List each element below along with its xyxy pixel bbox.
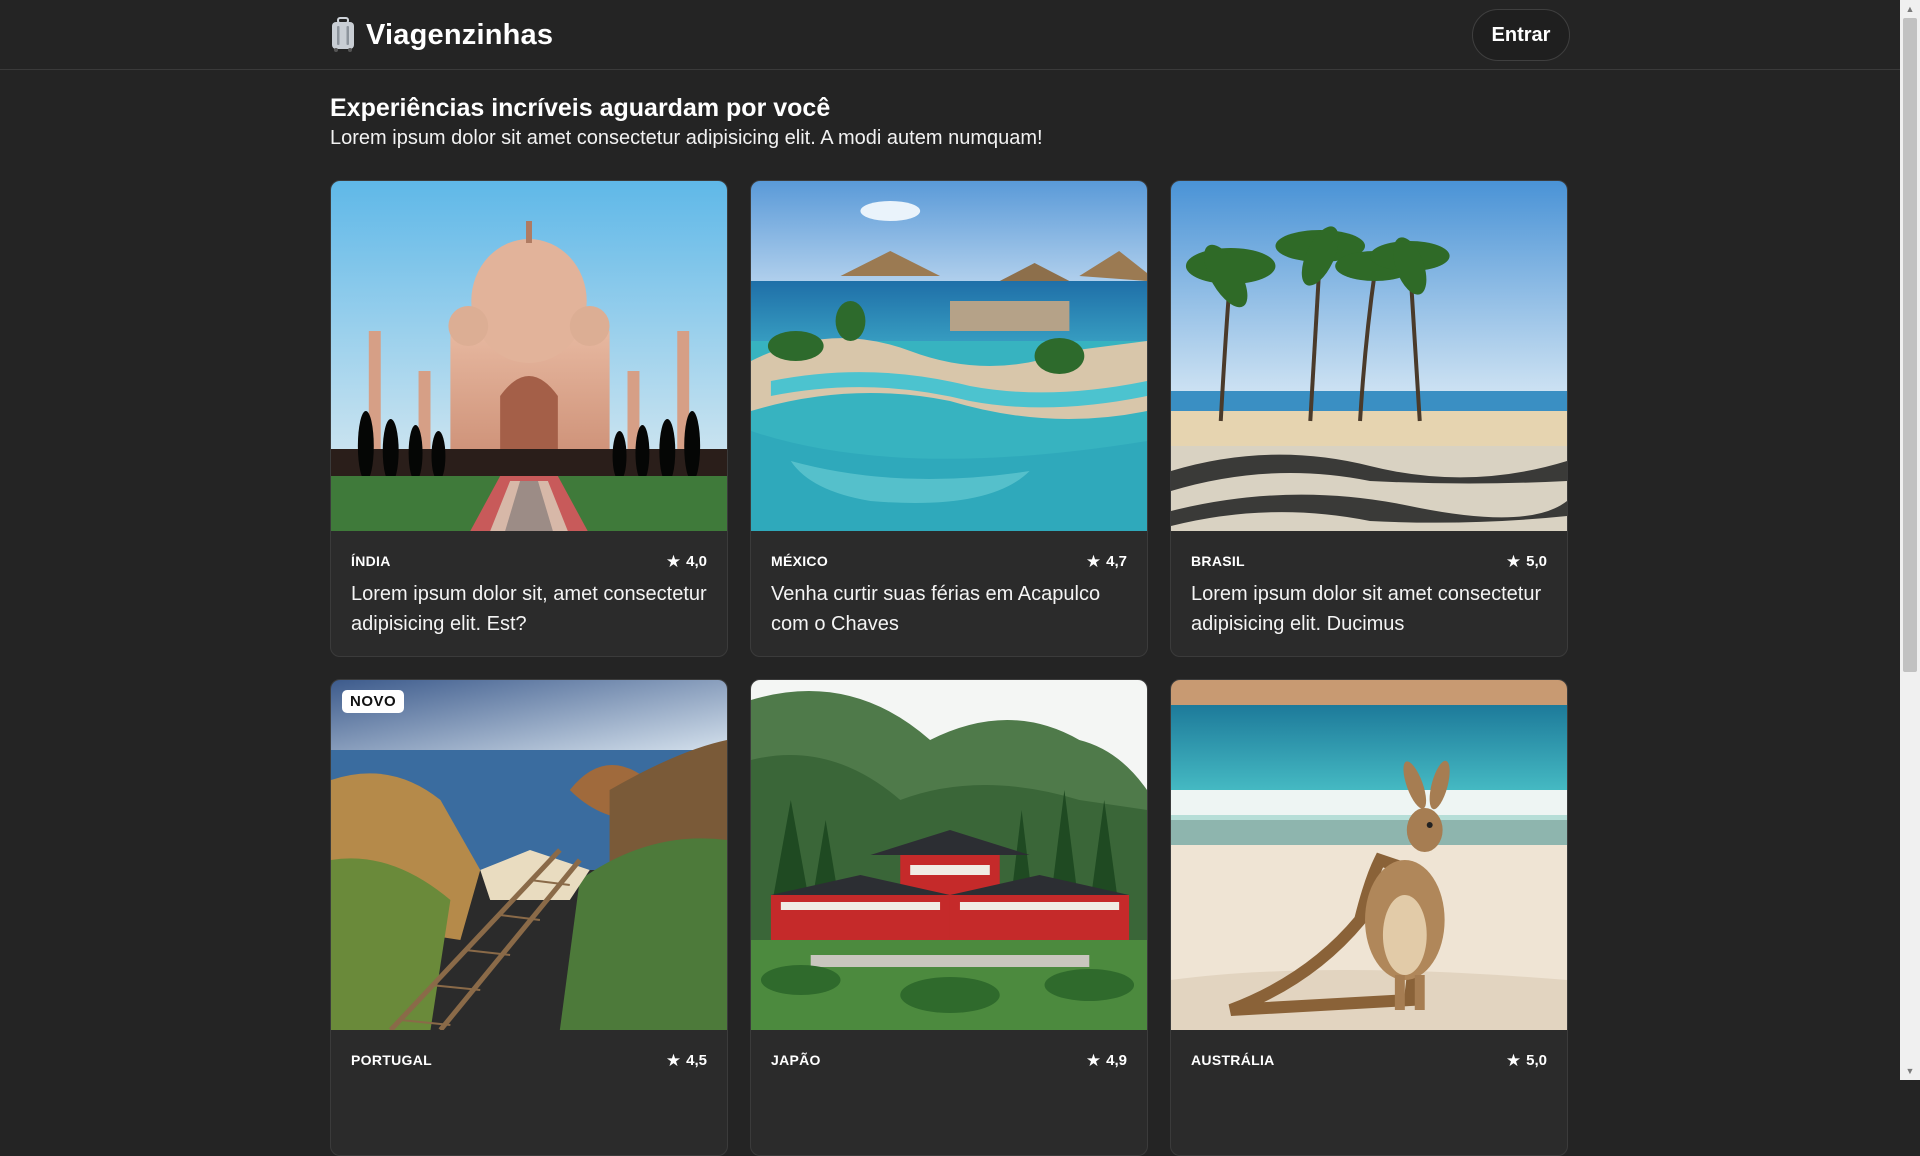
card-body: Japão ★ 4,9	[751, 1030, 1147, 1070]
card-meta: México ★ 4,7	[771, 551, 1127, 571]
country-label: Japão	[771, 1052, 821, 1068]
intro-section: Experiências incríveis aguardam por você…	[330, 92, 1570, 152]
star-icon: ★	[665, 1050, 682, 1070]
copacabana-beach-image	[1171, 181, 1567, 531]
rating: ★ 5,0	[1506, 1052, 1547, 1069]
card-description: Venha curtir suas férias em Acapulco com…	[771, 583, 1101, 635]
login-button[interactable]: Entrar	[1472, 9, 1570, 61]
country-label: Austrália	[1191, 1052, 1275, 1068]
rating: ★ 5,0	[1506, 553, 1547, 570]
card-description: Lorem ipsum dolor sit, amet consectetur …	[351, 583, 707, 635]
star-icon: ★	[1085, 551, 1102, 571]
taj-mahal-image	[331, 181, 727, 531]
card-meta: Índia ★ 4,0	[351, 551, 707, 571]
algarve-coast-image: NOVO	[331, 680, 727, 1030]
brand[interactable]: Viagenzinhas	[330, 14, 553, 56]
destination-card[interactable]: Brasil ★ 5,0 Lorem ipsum dolor sit amet …	[1170, 180, 1568, 657]
kangaroo-beach-image	[1171, 680, 1567, 1030]
card-meta: Portugal ★ 4,5	[351, 1050, 707, 1070]
star-icon: ★	[665, 551, 682, 571]
star-icon: ★	[1085, 1050, 1102, 1070]
rating: ★ 4,5	[666, 1052, 707, 1069]
acapulco-pool-image	[751, 181, 1147, 531]
page-subtitle: Lorem ipsum dolor sit amet consectetur a…	[330, 127, 1043, 149]
rating-value: 5,0	[1526, 1051, 1547, 1069]
destination-card[interactable]: Japão ★ 4,9	[750, 679, 1148, 1156]
destination-card[interactable]: Índia ★ 4,0 Lorem ipsum dolor sit, amet …	[330, 180, 728, 657]
card-body: Índia ★ 4,0 Lorem ipsum dolor sit, amet …	[331, 531, 727, 639]
rating-value: 4,9	[1106, 1051, 1127, 1069]
scroll-down-arrow-icon[interactable]: ▼	[1900, 1062, 1920, 1080]
card-body: Austrália ★ 5,0	[1171, 1030, 1567, 1070]
brand-name: Viagenzinhas	[366, 18, 554, 51]
star-icon: ★	[1505, 551, 1522, 571]
top-navigation-bar: Viagenzinhas Entrar	[0, 0, 1900, 70]
card-meta: Japão ★ 4,9	[771, 1050, 1127, 1070]
card-body: Brasil ★ 5,0 Lorem ipsum dolor sit amet …	[1171, 531, 1567, 639]
rating: ★ 4,7	[1086, 553, 1127, 570]
japanese-temple-image	[751, 680, 1147, 1030]
country-label: Índia	[351, 553, 391, 569]
country-label: Portugal	[351, 1052, 432, 1068]
rating-value: 5,0	[1526, 552, 1547, 570]
card-body: Portugal ★ 4,5	[331, 1030, 727, 1070]
page-title: Experiências incríveis aguardam por você	[330, 94, 831, 122]
destination-card[interactable]: Austrália ★ 5,0	[1170, 679, 1568, 1156]
country-label: México	[771, 553, 829, 569]
rating-value: 4,0	[686, 552, 707, 570]
scrollbar-thumb[interactable]	[1903, 18, 1917, 672]
star-icon: ★	[1505, 1050, 1522, 1070]
destination-grid: Índia ★ 4,0 Lorem ipsum dolor sit, amet …	[330, 180, 1570, 1156]
rating: ★ 4,0	[666, 553, 707, 570]
new-badge: NOVO	[342, 690, 405, 713]
destination-card[interactable]: México ★ 4,7 Venha curtir suas férias em…	[750, 180, 1148, 657]
rating-value: 4,5	[686, 1051, 707, 1069]
country-label: Brasil	[1191, 553, 1245, 569]
card-body: México ★ 4,7 Venha curtir suas férias em…	[751, 531, 1147, 639]
destination-card[interactable]: NOVO Portugal ★ 4,5	[330, 679, 728, 1156]
card-meta: Austrália ★ 5,0	[1191, 1050, 1547, 1070]
scroll-up-arrow-icon[interactable]: ▲	[1900, 0, 1920, 18]
card-meta: Brasil ★ 5,0	[1191, 551, 1547, 571]
rating-value: 4,7	[1106, 552, 1127, 570]
rating: ★ 4,9	[1086, 1052, 1127, 1069]
suitcase-icon	[330, 17, 356, 53]
card-description: Lorem ipsum dolor sit amet consectetur a…	[1191, 583, 1542, 635]
